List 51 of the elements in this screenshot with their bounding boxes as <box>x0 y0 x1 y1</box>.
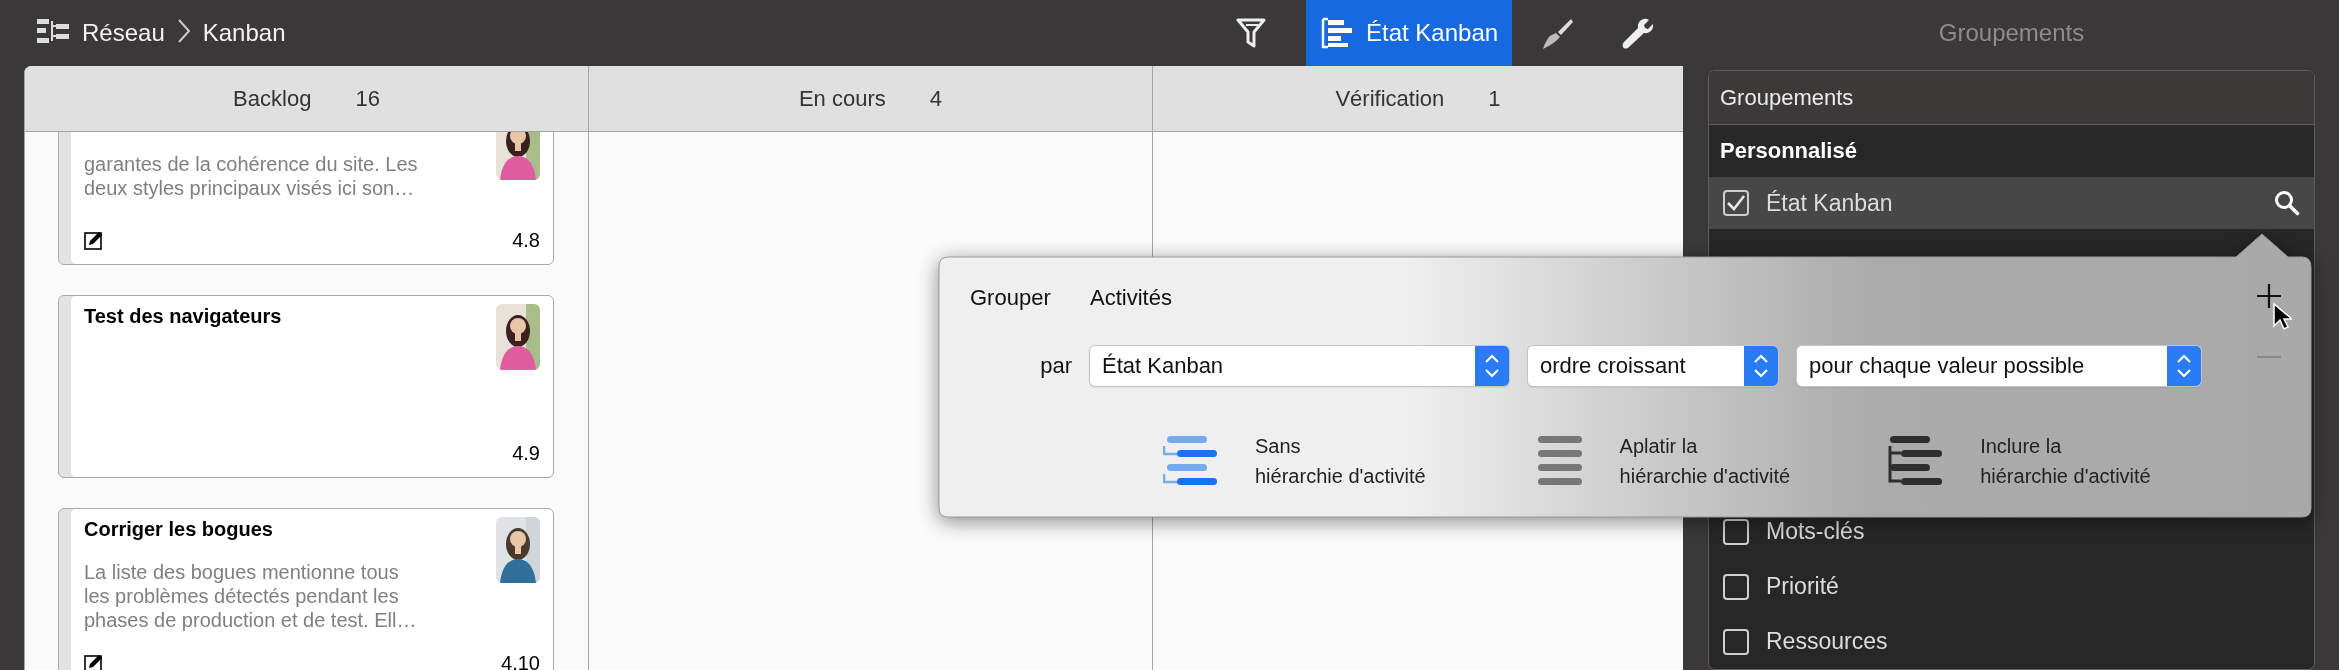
task-card[interactable]: garantes de la cohérence du site. Les deux styles principaux visés ici son… 4.8 <box>58 132 554 265</box>
card-title: Test des navigateurs <box>84 304 283 328</box>
checkbox[interactable] <box>1723 628 1749 655</box>
card-count: 4 <box>929 85 942 112</box>
dropdown[interactable]: pour chaque valeur possible <box>1797 346 2201 386</box>
stepper-icon <box>2175 352 2193 380</box>
hierarchy-option[interactable]: Aplatir la hiérarchie d'activité <box>1537 431 1791 491</box>
hierarchy-icon <box>1888 436 1943 486</box>
card-count: 1 <box>1488 85 1501 112</box>
section-heading: Personnalisé <box>1720 138 1857 164</box>
by-label: par <box>1039 353 1073 379</box>
card-count: 16 <box>355 85 380 112</box>
column-title: En cours <box>798 85 886 112</box>
add-icon[interactable] <box>2256 283 2282 309</box>
stepper-icon <box>1752 352 1770 380</box>
card-number: 4.9 <box>512 441 540 465</box>
grouping-item[interactable]: Ressources <box>1709 614 2314 669</box>
panel-title: Groupements <box>1720 84 1854 111</box>
checkbox[interactable] <box>1723 573 1749 600</box>
inspector-title: Groupements <box>1938 19 2085 47</box>
column-title: Vérification <box>1335 85 1445 112</box>
checkbox[interactable] <box>1723 190 1749 216</box>
dropdown[interactable]: ordre croissant <box>1528 346 1778 386</box>
grouping-tab[interactable]: État Kanban <box>1306 0 1513 66</box>
list-icon <box>1537 436 1582 486</box>
card-number: 4.8 <box>512 228 540 252</box>
hierarchy-icon <box>36 18 70 44</box>
hierarchy-option[interactable]: Inclure la hiérarchie d'activité <box>1888 431 2151 491</box>
chevron-icon <box>176 18 191 44</box>
grouping-icon <box>1320 17 1354 49</box>
hierarchy-icon <box>1163 436 1217 486</box>
task-card[interactable]: Corriger les bogues La liste des bogues mentionne tous les problèmes détectés pendant les phases de production et de test. Ell… 4.10 <box>58 508 554 670</box>
group-label: Grouper <box>970 285 1052 311</box>
stepper-icon <box>1483 352 1501 380</box>
wrench-icon <box>1620 16 1655 50</box>
breadcrumb-link[interactable]: Réseau <box>82 19 165 47</box>
card-description: La liste des bogues mentionne tous les problèmes détectés pendant les phases de production et de test. Ell… <box>84 560 418 632</box>
card-description: garantes de la cohérence du site. Les deux styles principaux visés ici son… <box>84 152 419 200</box>
cursor-icon <box>2272 303 2292 331</box>
funnel-icon <box>1236 17 1266 49</box>
search-icon[interactable] <box>2274 190 2300 216</box>
column-title: Backlog <box>233 85 312 112</box>
group-target: Activités <box>1090 285 1172 311</box>
dropdown[interactable]: État Kanban <box>1090 346 1509 386</box>
task-card[interactable]: Test des navigateurs 4.9 <box>58 295 554 478</box>
card-title: Corriger les bogues <box>84 517 274 541</box>
breadcrumb-link[interactable]: Kanban <box>202 19 286 47</box>
hierarchy-option[interactable]: Sans hiérarchie d'activité <box>1163 431 1426 491</box>
card-number: 4.10 <box>501 651 540 670</box>
grouping-item[interactable]: État Kanban <box>1709 177 2314 229</box>
grouping-item[interactable]: Priorité <box>1709 559 2314 614</box>
